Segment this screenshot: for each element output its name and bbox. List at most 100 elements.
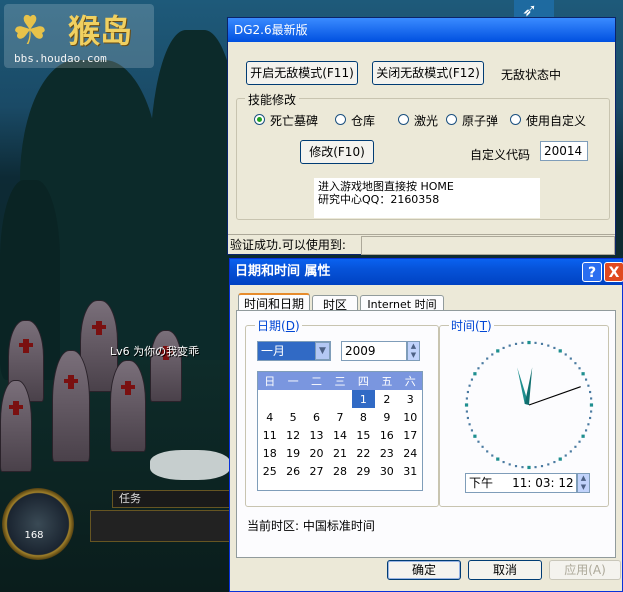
weekday-header: 日: [258, 372, 282, 390]
clock-minute-tick: [502, 346, 505, 350]
calendar-day[interactable]: 6: [305, 408, 328, 426]
invincible-state-label: 无敌状态中: [501, 68, 562, 82]
calendar-day[interactable]: 3: [399, 390, 422, 408]
cancel-button[interactable]: 取消: [468, 560, 542, 580]
calendar-day[interactable]: 12: [281, 426, 304, 444]
custom-code-input[interactable]: 20014: [540, 141, 588, 161]
calendar-day[interactable]: 15: [352, 426, 375, 444]
radio-custom[interactable]: [510, 114, 521, 125]
option-laser-label[interactable]: 激光: [414, 112, 438, 129]
radio-laser[interactable]: [398, 114, 409, 125]
skill-slots[interactable]: [90, 510, 242, 542]
clock-minute-tick: [534, 466, 537, 469]
site-logo: ☘ 猴岛 bbs.houdao.com: [4, 4, 154, 68]
clock-minute-tick: [514, 465, 518, 468]
calendar-weekday-row: 日一二三四五六: [258, 372, 422, 390]
clock-minute-tick: [584, 378, 588, 381]
calendar-day[interactable]: 21: [328, 444, 351, 462]
clock-minute-tick: [590, 397, 593, 400]
clock-minute-tick: [578, 367, 581, 370]
calendar-day[interactable]: 4: [258, 408, 281, 426]
option-warehouse-label[interactable]: 仓库: [351, 112, 375, 129]
disable-invincible-button[interactable]: 关闭无敌模式(F12): [372, 61, 484, 85]
calendar-day[interactable]: 24: [399, 444, 422, 462]
clock-minute-tick: [564, 353, 567, 356]
calendar-day[interactable]: 13: [305, 426, 328, 444]
calendar-day[interactable]: 10: [399, 408, 422, 426]
option-tombstone-label[interactable]: 死亡墓碑: [270, 112, 318, 129]
clock-minute-tick: [465, 397, 468, 400]
help-icon[interactable]: ?: [582, 262, 602, 282]
calendar-day[interactable]: 25: [258, 462, 281, 480]
calendar-day[interactable]: 16: [375, 426, 398, 444]
clock-minute-tick: [466, 416, 469, 420]
calendar-day[interactable]: 30: [375, 462, 398, 480]
logo-title: 猴岛: [68, 12, 133, 50]
tombstone: [110, 360, 146, 452]
radio-warehouse[interactable]: [335, 114, 346, 125]
task-bar[interactable]: 任务: [112, 490, 240, 508]
info-line-1: 进入游戏地图直接按 HOME: [318, 180, 454, 193]
calendar-day[interactable]: 22: [352, 444, 375, 462]
hud-level: 168: [24, 530, 44, 541]
clock-hour-tick: [527, 465, 531, 470]
apply-button[interactable]: 应用(A): [549, 560, 621, 580]
calendar-day[interactable]: 20: [305, 444, 328, 462]
datetime-titlebar[interactable]: 日期和时间 属性: [230, 259, 622, 285]
calendar-day[interactable]: 26: [281, 462, 304, 480]
year-spinner-input[interactable]: 2009: [341, 341, 407, 361]
tombstone: [52, 350, 90, 462]
calendar-grid[interactable]: 日一二三四五六 1 2 3 4 5 6 7 8 9 10 11 12 13 14 15 16 17 18 19 20 2…: [257, 371, 423, 491]
modify-button[interactable]: 修改(F10): [300, 140, 374, 164]
calendar-day[interactable]: 8: [352, 408, 375, 426]
clock-hour-tick: [589, 403, 594, 407]
time-input[interactable]: 下午 11: 03: 12: [465, 473, 577, 493]
clock-minute-tick: [540, 342, 544, 345]
dg-titlebar[interactable]: DG2.6最新版: [228, 18, 615, 42]
chevron-down-icon[interactable]: ▼: [315, 342, 330, 360]
calendar-day[interactable]: 1: [351, 390, 376, 408]
close-icon[interactable]: X: [604, 262, 623, 282]
clock-hour-tick: [464, 403, 469, 407]
weekday-header: 四: [351, 372, 376, 390]
player-name-tag: Lv6 为你の我变乖: [110, 345, 200, 358]
calendar-day[interactable]: 14: [328, 426, 351, 444]
clock-minute-tick: [491, 353, 494, 356]
calendar-day[interactable]: 31: [399, 462, 422, 480]
option-atomic-label[interactable]: 原子弹: [462, 112, 498, 129]
calendar-day[interactable]: 9: [375, 408, 398, 426]
date-group-label: 日期(D): [255, 317, 302, 334]
calendar-week-row: 18 19 20 21 22 23 24: [258, 444, 422, 462]
ok-button[interactable]: 确定: [387, 560, 461, 580]
calendar-day[interactable]: 23: [375, 444, 398, 462]
clock-hour-tick: [527, 340, 531, 345]
option-custom-label[interactable]: 使用自定义: [526, 112, 586, 129]
calendar-day[interactable]: 27: [305, 462, 328, 480]
enable-invincible-button[interactable]: 开启无敌模式(F11): [246, 61, 358, 85]
clock-minute-tick: [584, 429, 588, 432]
clock-minute-tick: [521, 341, 524, 344]
status-bar: 验证成功.可以使用到:: [228, 234, 615, 255]
logo-url: bbs.houdao.com: [14, 52, 107, 65]
calendar-day[interactable]: 28: [328, 462, 351, 480]
calendar-day[interactable]: 17: [399, 426, 422, 444]
clock-minute-tick: [477, 367, 480, 370]
game-hud: 任务 168: [0, 478, 242, 592]
calendar-day[interactable]: 11: [258, 426, 281, 444]
year-spinner-arrows-icon[interactable]: ▲ ▼: [407, 341, 420, 361]
calendar-day[interactable]: 18: [258, 444, 281, 462]
calendar-day[interactable]: 29: [352, 462, 375, 480]
calendar-day[interactable]: 7: [328, 408, 351, 426]
calendar-day[interactable]: 2: [375, 390, 398, 408]
calendar-day[interactable]: 19: [281, 444, 304, 462]
clock-minute-tick: [534, 341, 537, 344]
info-line-2: 研究中心QQ：2160358: [318, 193, 440, 206]
clock-minute-tick: [589, 416, 592, 420]
radio-atomic[interactable]: [446, 114, 457, 125]
radio-tombstone[interactable]: [254, 114, 265, 125]
calendar-day[interactable]: 5: [281, 408, 304, 426]
weekday-header: 二: [304, 372, 329, 390]
clock-minute-tick: [468, 384, 471, 387]
time-spinner-arrows-icon[interactable]: ▲ ▼: [577, 473, 590, 493]
status-text: 验证成功.可以使用到:: [230, 238, 346, 252]
